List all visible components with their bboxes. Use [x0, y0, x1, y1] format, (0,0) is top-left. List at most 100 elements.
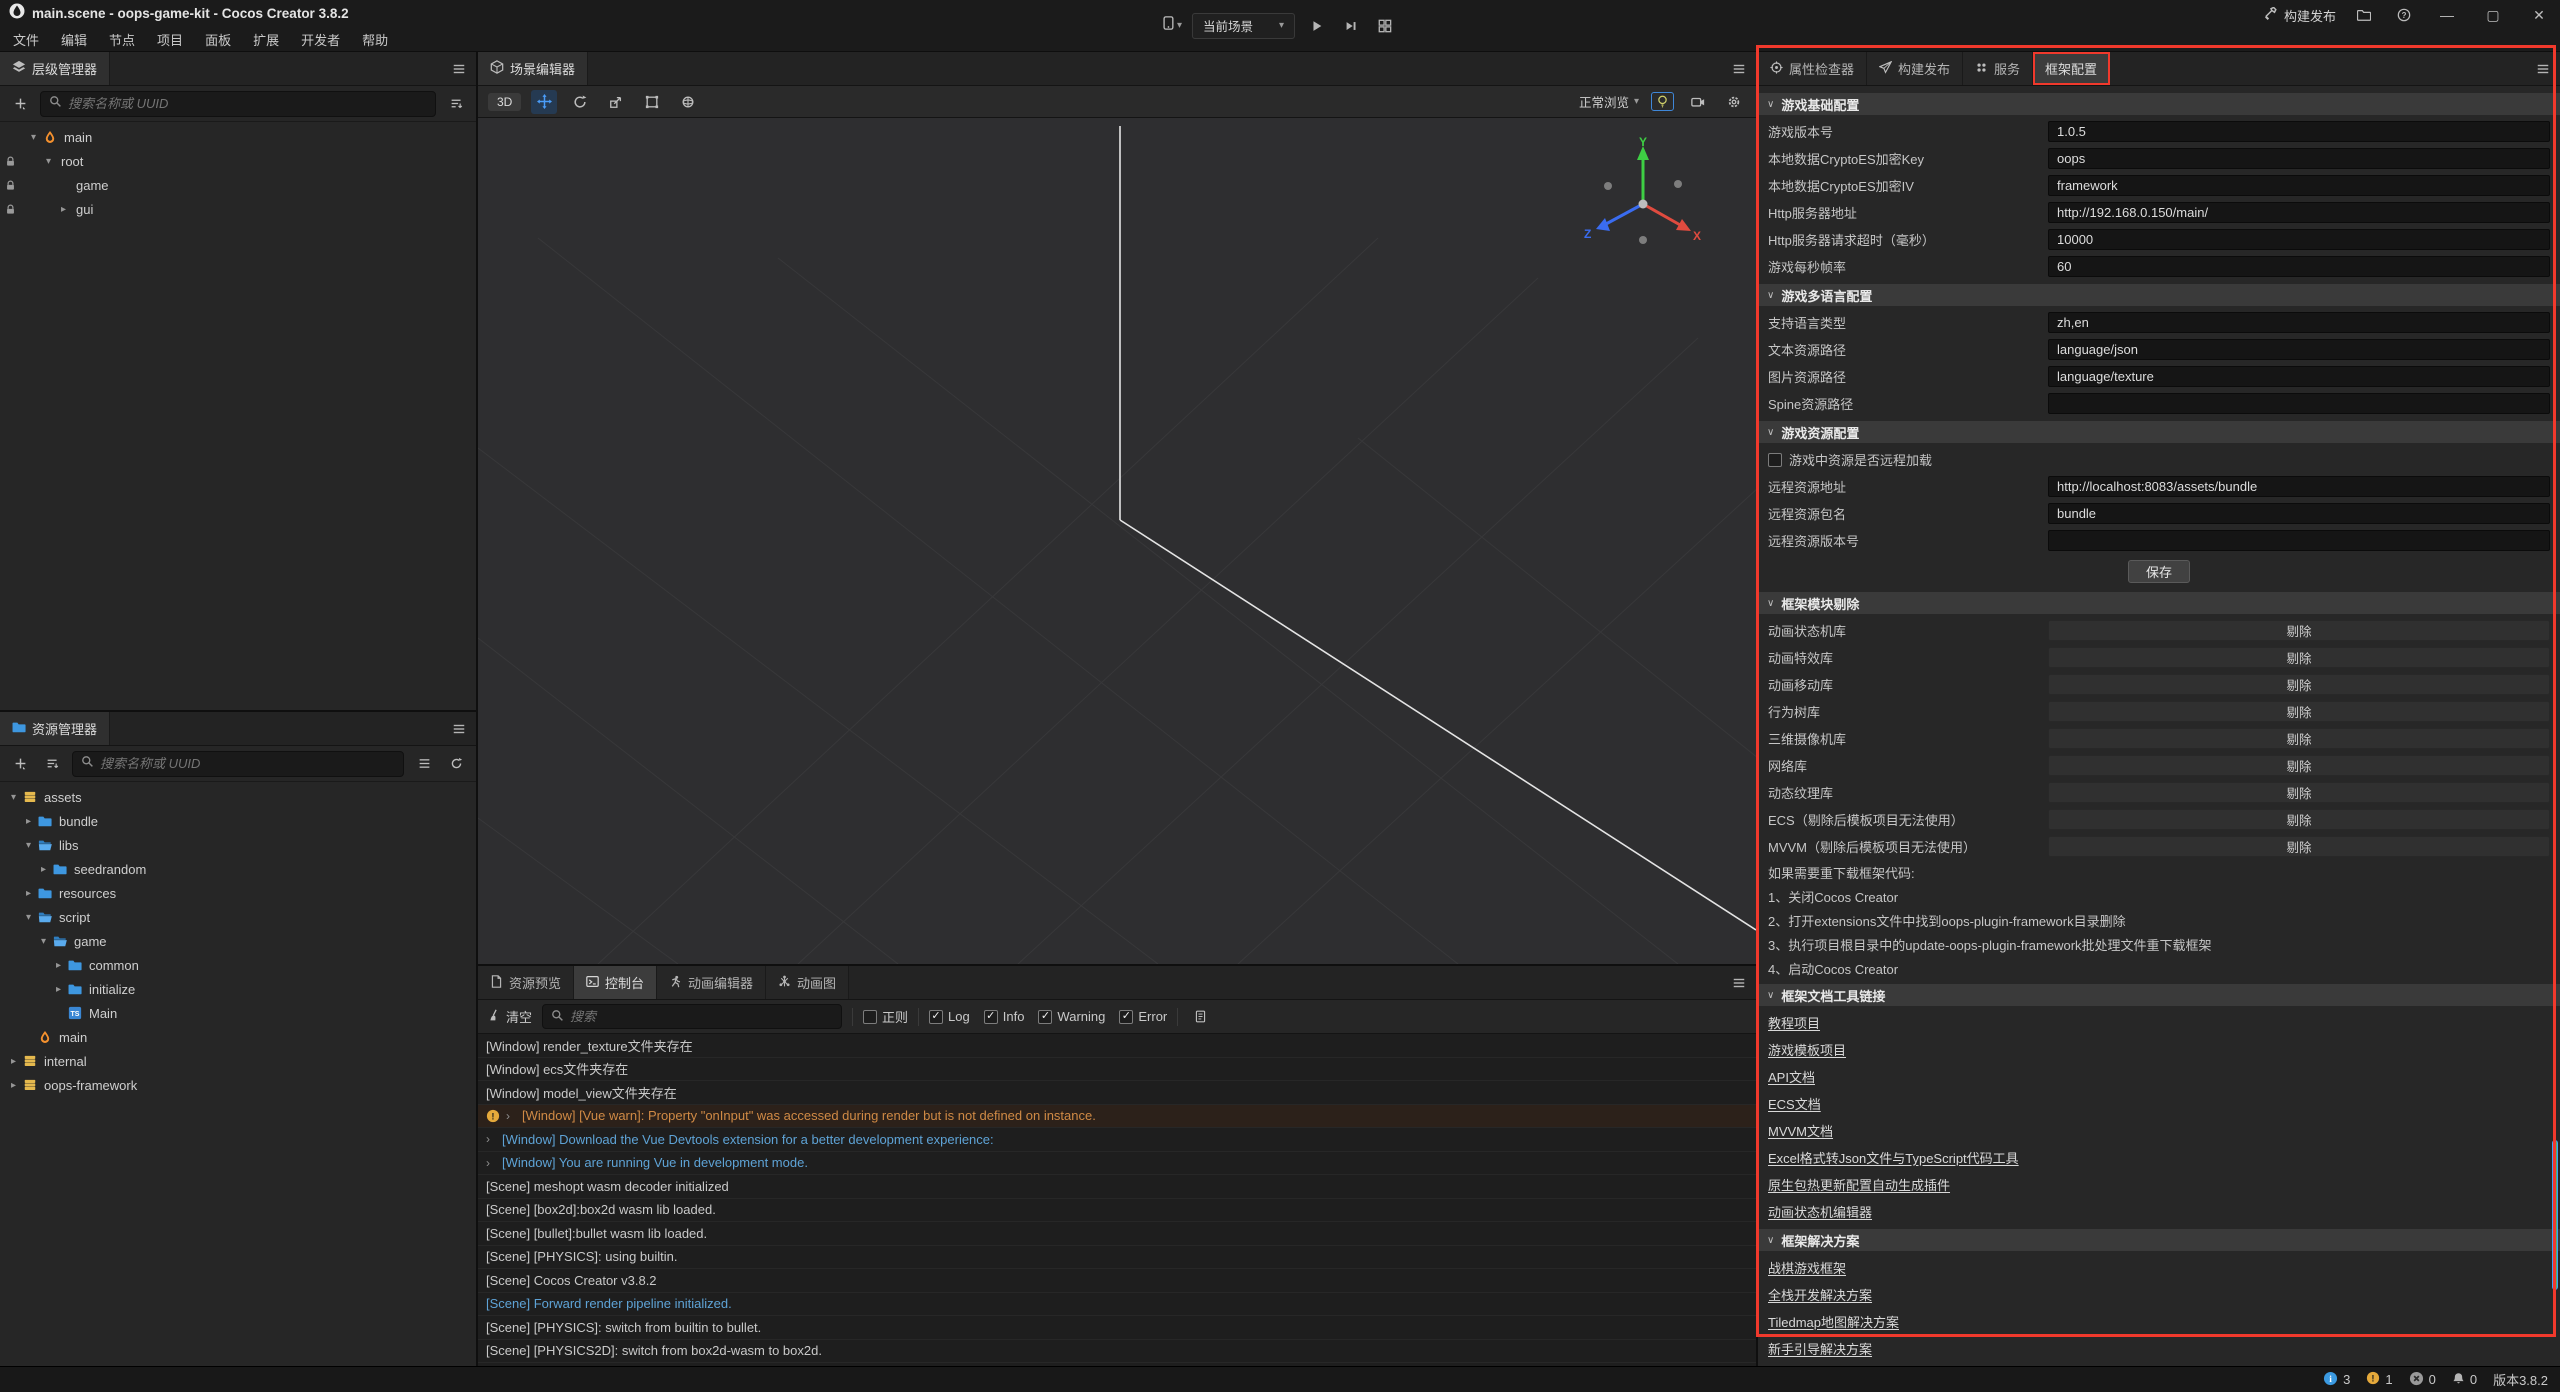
menu-编辑[interactable]: 编辑: [50, 26, 98, 52]
doc-link[interactable]: Excel格式转Json文件与TypeScript代码工具: [1768, 1148, 2019, 1167]
doc-link[interactable]: 原生包热更新配置自动生成插件: [1768, 1175, 1950, 1194]
chevron-down-icon[interactable]: ▾: [26, 132, 41, 143]
menu-文件[interactable]: 文件: [2, 26, 50, 52]
log-row[interactable]: [Scene] Forward render pipeline initiali…: [478, 1293, 1756, 1317]
axis-gizmo[interactable]: Y X Z: [1578, 136, 1708, 266]
filter-warning-checkbox[interactable]: ✓Warning: [1038, 1009, 1105, 1024]
chevron-right-icon[interactable]: ▸: [56, 204, 71, 215]
chevron-down-icon[interactable]: ▾: [6, 792, 21, 803]
move-tool-button[interactable]: [531, 90, 557, 114]
chevron-right-icon[interactable]: ▸: [6, 1080, 21, 1091]
log-row[interactable]: ›[Window] Download the Vue Devtools exte…: [478, 1128, 1756, 1152]
step-button[interactable]: [1339, 14, 1363, 38]
chevron-down-icon[interactable]: ▾: [36, 936, 51, 947]
tab-动画图[interactable]: 动画图: [766, 966, 849, 999]
open-folder-icon[interactable]: [2352, 3, 2376, 27]
refresh-icon[interactable]: [444, 752, 468, 776]
log-row[interactable]: [Scene] [PHYSICS]: switch from builtin t…: [478, 1316, 1756, 1340]
assets-menu-icon[interactable]: [442, 712, 476, 745]
log-row[interactable]: [Window] render_texture文件夹存在: [478, 1034, 1756, 1058]
trim-button[interactable]: 剔除: [2048, 674, 2550, 695]
field-input[interactable]: [2048, 476, 2550, 497]
filter-log-checkbox[interactable]: ✓Log: [929, 1009, 970, 1024]
info-count[interactable]: i 3: [2323, 1371, 2350, 1389]
field-input[interactable]: [2048, 229, 2550, 250]
tab-hierarchy[interactable]: 层级管理器: [0, 52, 110, 85]
doc-link[interactable]: 战棋游戏框架: [1768, 1258, 1846, 1277]
play-button[interactable]: [1305, 14, 1329, 38]
assets-search-input[interactable]: [100, 756, 395, 771]
scene-viewport[interactable]: Y X Z: [478, 118, 1756, 964]
doc-link[interactable]: 教程项目: [1768, 1013, 1820, 1032]
collapse-all-icon[interactable]: [412, 752, 436, 776]
chevron-down-icon[interactable]: ▾: [21, 840, 36, 851]
tab-框架配置[interactable]: 框架配置: [2033, 52, 2110, 85]
console-search-input[interactable]: [570, 1009, 833, 1024]
section-header[interactable]: ∨框架模块剔除: [1758, 592, 2560, 614]
tab-资源预览[interactable]: 资源预览: [478, 966, 574, 999]
view-mode-select[interactable]: 正常浏览 ▾: [1579, 92, 1639, 111]
log-row[interactable]: [Scene] Cocos Creator v3.8.2: [478, 1269, 1756, 1293]
trim-button[interactable]: 剔除: [2048, 728, 2550, 749]
field-input[interactable]: [2048, 393, 2550, 414]
hierarchy-filter-icon[interactable]: [444, 92, 468, 116]
doc-link[interactable]: 游戏模板项目: [1768, 1040, 1846, 1059]
rect-tool-button[interactable]: [639, 90, 665, 114]
field-input[interactable]: [2048, 148, 2550, 169]
tree-node-initialize[interactable]: ▸initialize: [0, 977, 476, 1001]
maximize-button[interactable]: ▢: [2478, 7, 2508, 24]
chevron-right-icon[interactable]: ▸: [21, 816, 36, 827]
notification-count[interactable]: 0: [2452, 1372, 2477, 1388]
log-row[interactable]: [Scene] [PHYSICS]: using builtin.: [478, 1246, 1756, 1270]
sort-assets-button[interactable]: [40, 752, 64, 776]
expand-icon[interactable]: ›: [486, 1132, 496, 1146]
chevron-right-icon[interactable]: ▸: [6, 1056, 21, 1067]
tree-node-oops-framework[interactable]: ▸oops-framework: [0, 1073, 476, 1097]
tree-node-bundle[interactable]: ▸bundle: [0, 809, 476, 833]
tree-node-root[interactable]: ▾root: [0, 149, 476, 173]
rotate-tool-button[interactable]: [567, 90, 593, 114]
expand-icon[interactable]: ›: [506, 1109, 516, 1123]
doc-link[interactable]: ECS文档: [1768, 1094, 1821, 1113]
menu-项目[interactable]: 项目: [146, 26, 194, 52]
tree-node-common[interactable]: ▸common: [0, 953, 476, 977]
log-row[interactable]: [Scene] [PHYSICS2D]: switch from box2d-w…: [478, 1340, 1756, 1364]
tree-node-main[interactable]: main: [0, 1025, 476, 1049]
field-input[interactable]: [2048, 530, 2550, 551]
log-row[interactable]: ›[Window] You are running Vue in develop…: [478, 1152, 1756, 1176]
tree-node-main[interactable]: ▾main: [0, 125, 476, 149]
scale-tool-button[interactable]: [603, 90, 629, 114]
tree-node-internal[interactable]: ▸internal: [0, 1049, 476, 1073]
trim-button[interactable]: 剔除: [2048, 782, 2550, 803]
tab-构建发布[interactable]: 构建发布: [1867, 52, 1963, 85]
trim-button[interactable]: 剔除: [2048, 755, 2550, 776]
chevron-right-icon[interactable]: ▸: [21, 888, 36, 899]
doc-link[interactable]: API文档: [1768, 1067, 1815, 1086]
section-header[interactable]: ∨游戏资源配置: [1758, 421, 2560, 443]
tree-node-game[interactable]: game: [0, 173, 476, 197]
minimize-button[interactable]: —: [2432, 7, 2462, 23]
tree-node-game[interactable]: ▾game: [0, 929, 476, 953]
section-header[interactable]: ∨框架文档工具链接: [1758, 984, 2560, 1006]
hierarchy-search-input[interactable]: [68, 96, 427, 111]
open-log-file-icon[interactable]: [1188, 1005, 1212, 1029]
tab-assets[interactable]: 资源管理器: [0, 712, 110, 745]
lock-icon[interactable]: [0, 204, 20, 215]
tab-控制台[interactable]: 控制台: [574, 966, 657, 999]
warning-count[interactable]: ! 1: [2366, 1371, 2392, 1388]
section-header[interactable]: ∨框架解决方案: [1758, 1229, 2560, 1251]
inspector-menu-icon[interactable]: [2526, 52, 2560, 85]
hierarchy-menu-icon[interactable]: [442, 52, 476, 85]
scene-menu-icon[interactable]: [1722, 52, 1756, 85]
section-header[interactable]: ∨游戏基础配置: [1758, 93, 2560, 115]
trim-button[interactable]: 剔除: [2048, 647, 2550, 668]
log-row[interactable]: [Window] model_view文件夹存在: [478, 1081, 1756, 1105]
doc-link[interactable]: 新手引导解决方案: [1768, 1339, 1872, 1358]
field-input[interactable]: [2048, 339, 2550, 360]
help-icon[interactable]: ?: [2392, 3, 2416, 27]
chevron-right-icon[interactable]: ▸: [51, 984, 66, 995]
mode-3d-button[interactable]: 3D: [488, 93, 521, 111]
tree-node-gui[interactable]: ▸gui: [0, 197, 476, 221]
layout-grid-button[interactable]: [1373, 14, 1397, 38]
field-input[interactable]: [2048, 256, 2550, 277]
